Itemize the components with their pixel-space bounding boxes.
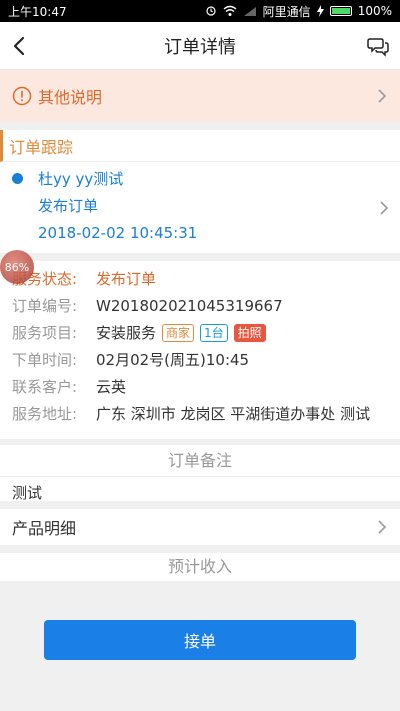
order-time-row: 下单时间: 02月02号(周五)10:45 [12, 348, 388, 373]
product-details-row[interactable]: 产品明细 [0, 509, 400, 553]
order-number-value: W201802021045319667 [96, 297, 283, 315]
order-number-row: 订单编号: W201802021045319667 [12, 294, 388, 319]
floating-progress-badge[interactable]: 86% [0, 250, 34, 284]
charging-icon [316, 5, 324, 17]
customer-row: 联系客户: 云英 [12, 375, 388, 400]
accept-order-button[interactable]: 接单 [44, 620, 356, 660]
carrier-text: 阿里通信 [262, 4, 311, 19]
wifi-icon [223, 5, 237, 16]
expected-income-title: 预计收入 [0, 553, 400, 581]
status-time: 上午10:47 [8, 4, 67, 19]
tracking-entry[interactable]: 杜yy yy测试 发布订单 2018-02-02 10:45:31 [0, 162, 400, 261]
address-label: 服务地址: [12, 405, 78, 423]
order-memo-body: 测试 [0, 477, 400, 509]
order-time-value: 02月02号(周五)10:45 [96, 351, 250, 369]
page-title: 订单详情 [164, 36, 236, 58]
order-details: 服务状态: 发布订单 订单编号: W201802021045319667 服务项… [0, 261, 400, 439]
battery-icon [329, 6, 352, 16]
tracking-timestamp: 2018-02-02 10:45:31 [38, 224, 198, 242]
chat-icon[interactable] [366, 34, 390, 58]
service-item-text: 安装服务 [96, 324, 157, 342]
bottom-bar: 接单 [0, 612, 400, 711]
tracking-event: 发布订单 [38, 197, 99, 215]
customer-value: 云英 [96, 378, 127, 396]
timeline-dot [12, 173, 23, 184]
tracking-header: 订单跟踪 [0, 130, 400, 162]
battery-text: 100% [357, 4, 392, 18]
photo-tag: 拍照 [233, 324, 266, 342]
service-status-value: 发布订单 [96, 270, 157, 288]
service-item-label: 服务项目: [12, 324, 78, 342]
merchant-tag: 商家 [162, 324, 195, 342]
tracking-section: 订单跟踪 杜yy yy测试 发布订单 2018-02-02 10:45:31 [0, 130, 400, 261]
order-number-label: 订单编号: [12, 297, 78, 315]
product-details-label: 产品明细 [12, 519, 77, 538]
info-icon [12, 86, 32, 106]
address-value: 广东 深圳市 龙岗区 平湖街道办事处 测试 [96, 405, 371, 423]
service-status-row: 服务状态: 发布订单 [12, 267, 388, 292]
title-bar: 订单详情 [0, 22, 400, 70]
chevron-right-icon [378, 89, 387, 103]
other-notes-label: 其他说明 [38, 88, 103, 107]
chevron-right-icon [378, 520, 387, 534]
quantity-tag: 1台 [200, 324, 228, 342]
address-row: 服务地址: 广东 深圳市 龙岗区 平湖街道办事处 测试 [12, 402, 388, 427]
customer-label: 联系客户: [12, 378, 78, 396]
status-bar: 上午10:47 阿里通信 100% [0, 0, 400, 22]
service-item-value: 安装服务 商家 1台 拍照 [96, 321, 388, 346]
service-item-row: 服务项目: 安装服务 商家 1台 拍照 [12, 321, 388, 346]
battery-fill [331, 8, 350, 14]
tracking-user: 杜yy yy测试 [38, 170, 124, 188]
status-right: 阿里通信 100% [205, 3, 392, 20]
order-memo-title: 订单备注 [0, 445, 400, 477]
signal-icon [243, 6, 256, 16]
chevron-right-icon [380, 201, 389, 215]
order-time-label: 下单时间: [12, 351, 78, 369]
back-arrow-icon[interactable] [8, 34, 32, 58]
other-notes-row[interactable]: 其他说明 [0, 70, 400, 130]
alarm-icon [206, 6, 216, 16]
